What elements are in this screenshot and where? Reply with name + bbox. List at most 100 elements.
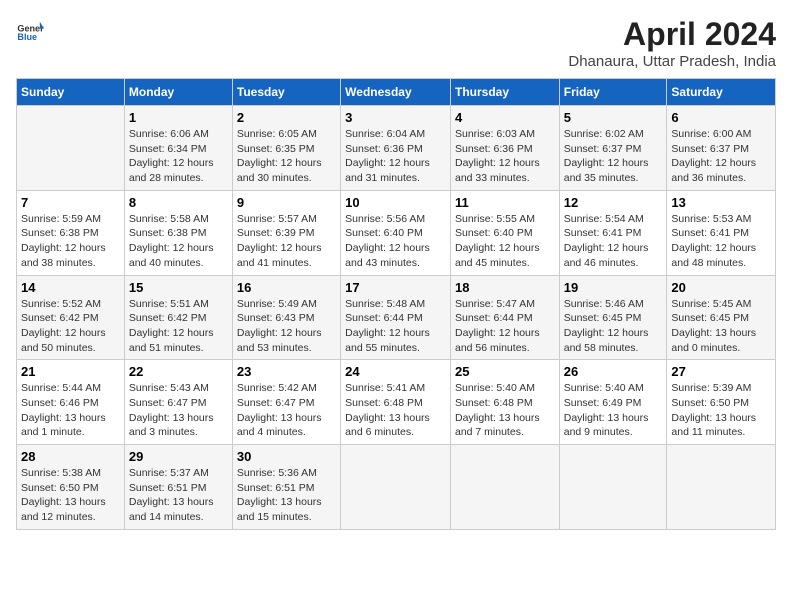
calendar-cell: 6 Sunrise: 6:00 AMSunset: 6:37 PMDaylight…	[667, 106, 776, 191]
day-number: 28	[21, 449, 120, 464]
calendar-week-row: 7 Sunrise: 5:59 AMSunset: 6:38 PMDaylight…	[17, 190, 776, 275]
calendar-cell: 29 Sunrise: 5:37 AMSunset: 6:51 PMDayligh…	[124, 445, 232, 530]
day-info: Sunrise: 5:43 AMSunset: 6:47 PMDaylight:…	[129, 381, 228, 440]
calendar-cell: 2 Sunrise: 6:05 AMSunset: 6:35 PMDaylight…	[232, 106, 340, 191]
calendar-cell: 9 Sunrise: 5:57 AMSunset: 6:39 PMDaylight…	[232, 190, 340, 275]
col-header-wednesday: Wednesday	[341, 79, 451, 106]
calendar-cell: 17 Sunrise: 5:48 AMSunset: 6:44 PMDayligh…	[341, 275, 451, 360]
day-number: 11	[455, 195, 555, 210]
col-header-friday: Friday	[559, 79, 667, 106]
calendar-table: SundayMondayTuesdayWednesdayThursdayFrid…	[16, 78, 776, 530]
col-header-thursday: Thursday	[450, 79, 559, 106]
day-number: 2	[237, 110, 336, 125]
calendar-week-row: 14 Sunrise: 5:52 AMSunset: 6:42 PMDayligh…	[17, 275, 776, 360]
day-number: 9	[237, 195, 336, 210]
day-info: Sunrise: 5:51 AMSunset: 6:42 PMDaylight:…	[129, 297, 228, 356]
calendar-cell: 11Sunrise: 5:55 AMSunset: 6:40 PMDayligh…	[450, 190, 559, 275]
calendar-cell: 1 Sunrise: 6:06 AMSunset: 6:34 PMDaylight…	[124, 106, 232, 191]
calendar-cell: 7 Sunrise: 5:59 AMSunset: 6:38 PMDaylight…	[17, 190, 125, 275]
day-number: 23	[237, 364, 336, 379]
day-info: Sunrise: 5:36 AMSunset: 6:51 PMDaylight:…	[237, 466, 336, 525]
logo: General Blue	[16, 16, 44, 44]
calendar-cell: 25Sunrise: 5:40 AMSunset: 6:48 PMDayligh…	[450, 360, 559, 445]
calendar-cell: 26 Sunrise: 5:40 AMSunset: 6:49 PMDayligh…	[559, 360, 667, 445]
day-info: Sunrise: 5:59 AMSunset: 6:38 PMDaylight:…	[21, 212, 120, 271]
calendar-week-row: 1 Sunrise: 6:06 AMSunset: 6:34 PMDaylight…	[17, 106, 776, 191]
calendar-cell: 10 Sunrise: 5:56 AMSunset: 6:40 PMDayligh…	[341, 190, 451, 275]
calendar-cell: 19 Sunrise: 5:46 AMSunset: 6:45 PMDayligh…	[559, 275, 667, 360]
day-info: Sunrise: 5:46 AMSunset: 6:45 PMDaylight:…	[564, 297, 663, 356]
calendar-cell	[341, 445, 451, 530]
calendar-cell: 30 Sunrise: 5:36 AMSunset: 6:51 PMDayligh…	[232, 445, 340, 530]
day-number: 30	[237, 449, 336, 464]
calendar-cell	[17, 106, 125, 191]
day-info: Sunrise: 6:03 AMSunset: 6:36 PMDaylight:…	[455, 127, 555, 186]
day-info: Sunrise: 5:42 AMSunset: 6:47 PMDaylight:…	[237, 381, 336, 440]
calendar-cell	[667, 445, 776, 530]
day-info: Sunrise: 5:52 AMSunset: 6:42 PMDaylight:…	[21, 297, 120, 356]
day-number: 1	[129, 110, 228, 125]
day-number: 19	[564, 280, 663, 295]
day-info: Sunrise: 5:53 AMSunset: 6:41 PMDaylight:…	[671, 212, 771, 271]
calendar-cell: 3 Sunrise: 6:04 AMSunset: 6:36 PMDaylight…	[341, 106, 451, 191]
day-number: 16	[237, 280, 336, 295]
day-number: 14	[21, 280, 120, 295]
day-info: Sunrise: 5:37 AMSunset: 6:51 PMDaylight:…	[129, 466, 228, 525]
col-header-tuesday: Tuesday	[232, 79, 340, 106]
calendar-cell: 12 Sunrise: 5:54 AMSunset: 6:41 PMDayligh…	[559, 190, 667, 275]
day-info: Sunrise: 5:40 AMSunset: 6:49 PMDaylight:…	[564, 381, 663, 440]
day-number: 24	[345, 364, 446, 379]
calendar-cell: 8Sunrise: 5:58 AMSunset: 6:38 PMDaylight…	[124, 190, 232, 275]
calendar-week-row: 21 Sunrise: 5:44 AMSunset: 6:46 PMDayligh…	[17, 360, 776, 445]
day-info: Sunrise: 5:39 AMSunset: 6:50 PMDaylight:…	[671, 381, 771, 440]
svg-text:Blue: Blue	[17, 32, 37, 42]
calendar-cell: 4Sunrise: 6:03 AMSunset: 6:36 PMDaylight…	[450, 106, 559, 191]
day-info: Sunrise: 6:05 AMSunset: 6:35 PMDaylight:…	[237, 127, 336, 186]
title-section: April 2024 Dhanaura, Uttar Pradesh, Indi…	[568, 16, 776, 70]
day-number: 17	[345, 280, 446, 295]
day-info: Sunrise: 6:06 AMSunset: 6:34 PMDaylight:…	[129, 127, 228, 186]
calendar-cell: 27 Sunrise: 5:39 AMSunset: 6:50 PMDayligh…	[667, 360, 776, 445]
logo-icon: General Blue	[16, 16, 44, 44]
day-number: 12	[564, 195, 663, 210]
calendar-cell: 15Sunrise: 5:51 AMSunset: 6:42 PMDayligh…	[124, 275, 232, 360]
day-number: 5	[564, 110, 663, 125]
calendar-header-row: SundayMondayTuesdayWednesdayThursdayFrid…	[17, 79, 776, 106]
day-info: Sunrise: 5:57 AMSunset: 6:39 PMDaylight:…	[237, 212, 336, 271]
page-title: April 2024	[568, 16, 776, 53]
day-number: 27	[671, 364, 771, 379]
day-info: Sunrise: 5:44 AMSunset: 6:46 PMDaylight:…	[21, 381, 120, 440]
day-info: Sunrise: 5:49 AMSunset: 6:43 PMDaylight:…	[237, 297, 336, 356]
day-info: Sunrise: 5:54 AMSunset: 6:41 PMDaylight:…	[564, 212, 663, 271]
day-info: Sunrise: 6:02 AMSunset: 6:37 PMDaylight:…	[564, 127, 663, 186]
day-info: Sunrise: 6:00 AMSunset: 6:37 PMDaylight:…	[671, 127, 771, 186]
day-info: Sunrise: 5:38 AMSunset: 6:50 PMDaylight:…	[21, 466, 120, 525]
calendar-week-row: 28 Sunrise: 5:38 AMSunset: 6:50 PMDayligh…	[17, 445, 776, 530]
calendar-cell	[559, 445, 667, 530]
day-info: Sunrise: 5:45 AMSunset: 6:45 PMDaylight:…	[671, 297, 771, 356]
calendar-cell: 13 Sunrise: 5:53 AMSunset: 6:41 PMDayligh…	[667, 190, 776, 275]
day-number: 22	[129, 364, 228, 379]
day-info: Sunrise: 6:04 AMSunset: 6:36 PMDaylight:…	[345, 127, 446, 186]
day-number: 6	[671, 110, 771, 125]
day-info: Sunrise: 5:48 AMSunset: 6:44 PMDaylight:…	[345, 297, 446, 356]
day-info: Sunrise: 5:41 AMSunset: 6:48 PMDaylight:…	[345, 381, 446, 440]
col-header-monday: Monday	[124, 79, 232, 106]
day-number: 10	[345, 195, 446, 210]
day-number: 3	[345, 110, 446, 125]
day-number: 21	[21, 364, 120, 379]
day-number: 29	[129, 449, 228, 464]
day-info: Sunrise: 5:47 AMSunset: 6:44 PMDaylight:…	[455, 297, 555, 356]
col-header-saturday: Saturday	[667, 79, 776, 106]
calendar-cell	[450, 445, 559, 530]
day-info: Sunrise: 5:58 AMSunset: 6:38 PMDaylight:…	[129, 212, 228, 271]
calendar-cell: 18Sunrise: 5:47 AMSunset: 6:44 PMDayligh…	[450, 275, 559, 360]
day-info: Sunrise: 5:56 AMSunset: 6:40 PMDaylight:…	[345, 212, 446, 271]
calendar-cell: 21 Sunrise: 5:44 AMSunset: 6:46 PMDayligh…	[17, 360, 125, 445]
calendar-cell: 16 Sunrise: 5:49 AMSunset: 6:43 PMDayligh…	[232, 275, 340, 360]
day-number: 13	[671, 195, 771, 210]
day-number: 25	[455, 364, 555, 379]
day-number: 7	[21, 195, 120, 210]
col-header-sunday: Sunday	[17, 79, 125, 106]
day-number: 26	[564, 364, 663, 379]
